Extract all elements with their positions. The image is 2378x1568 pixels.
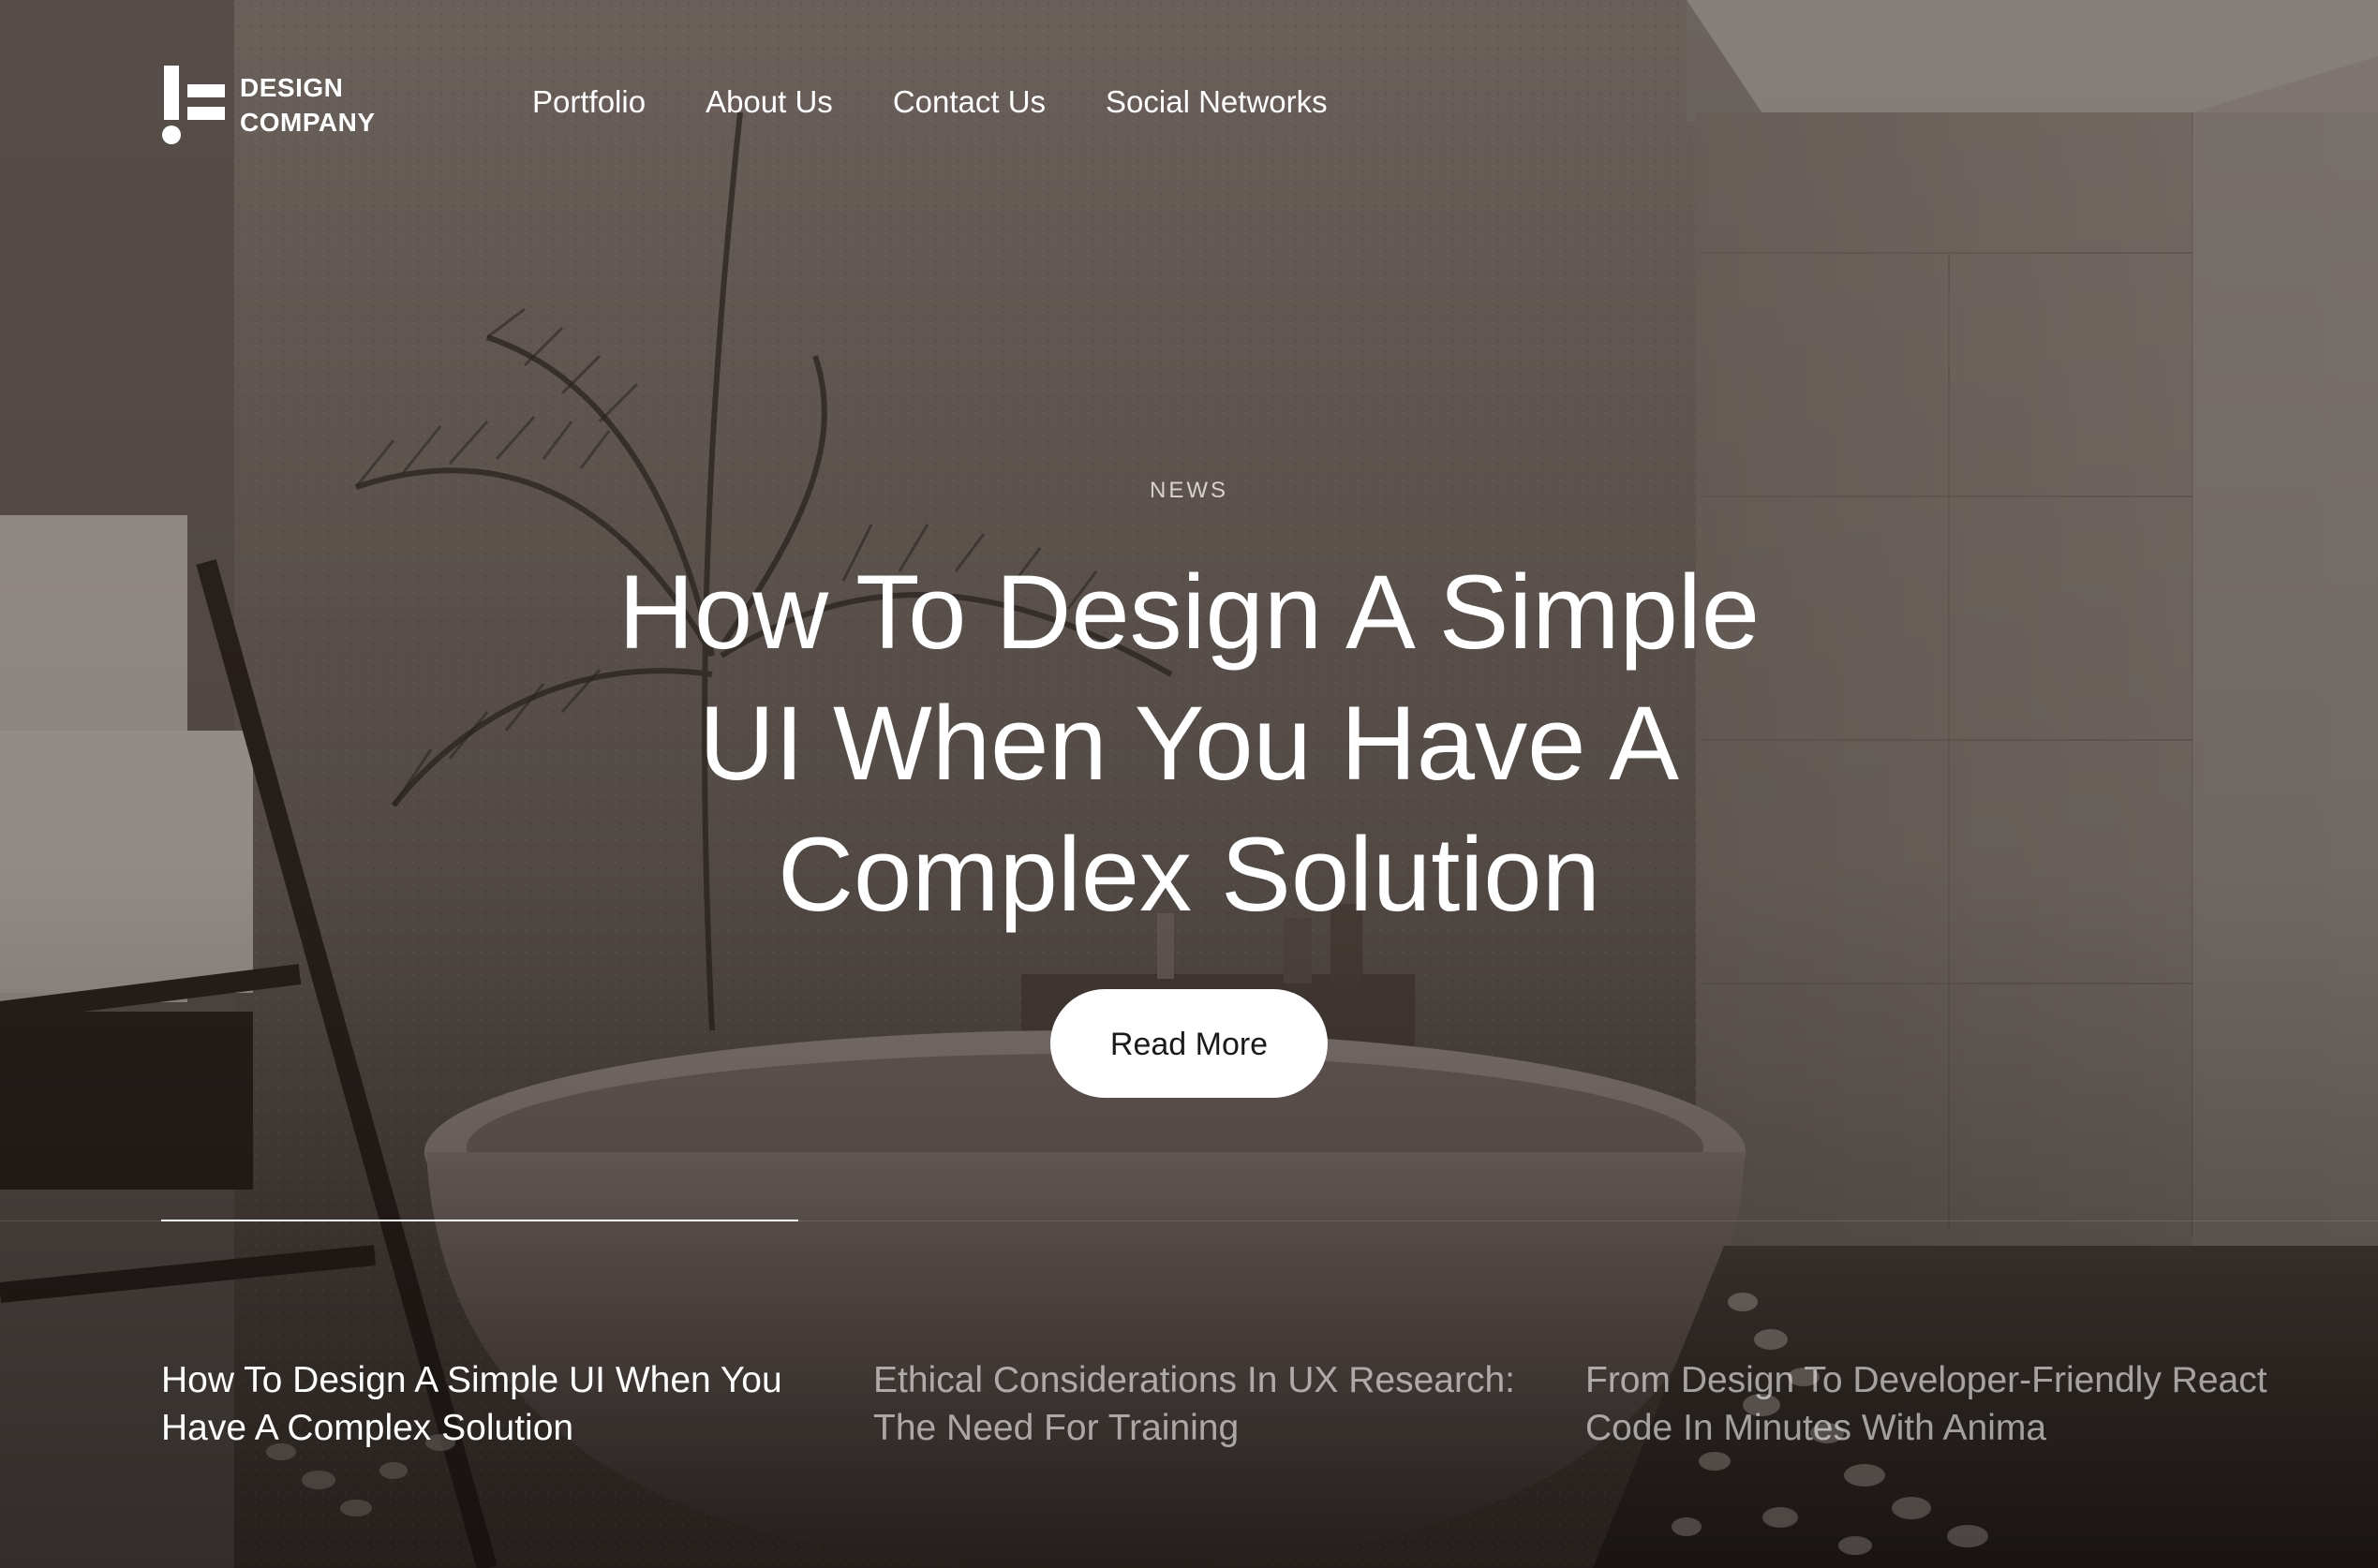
hero-page: DESIGN COMPANY Portfolio About Us Contac… [0,0,2378,1568]
article-list: How To Design A Simple UI When You Have … [161,1356,2297,1452]
nav-item-about-us[interactable]: About Us [706,84,833,120]
brand-line-2: COMPANY [240,108,376,137]
article-link-2[interactable]: Ethical Considerations In UX Research: T… [873,1356,1585,1452]
exclamation-bars-logo-icon [161,66,229,144]
nav-item-social-networks[interactable]: Social Networks [1106,84,1328,120]
article-link-3[interactable]: From Design To Developer-Friendly React … [1585,1356,2297,1452]
article-link-1[interactable]: How To Design A Simple UI When You Have … [161,1356,873,1452]
brand-logo[interactable]: DESIGN COMPANY [161,66,376,144]
nav-item-portfolio[interactable]: Portfolio [532,84,646,120]
nav-item-contact-us[interactable]: Contact Us [893,84,1046,120]
hero-headline: How To Design A Simple UI When You Have … [617,554,1761,933]
hero-category-label: NEWS [1150,478,1228,503]
slider-active-indicator [161,1220,798,1221]
brand-wordmark: DESIGN COMPANY [240,70,376,140]
hero-section: NEWS How To Design A Simple UI When You … [0,478,2378,1098]
main-nav: Portfolio About Us Contact Us Social Net… [532,84,1328,120]
read-more-button[interactable]: Read More [1050,989,1328,1098]
brand-line-1: DESIGN [240,73,344,102]
